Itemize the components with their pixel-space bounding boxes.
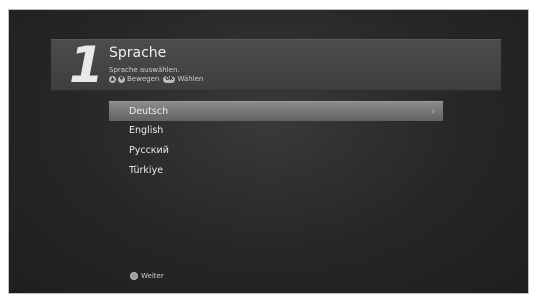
hint-select-label: Wählen [177, 75, 204, 83]
language-label: Türkiye [129, 165, 164, 176]
hint-move-label: Bewegen [127, 75, 160, 83]
header-panel: 1 Sprache Sprache auswählen. ▲ ▼ Bewegen… [51, 36, 501, 94]
language-item-english[interactable]: English [109, 121, 443, 141]
page-subtitle: Sprache auswählen. [109, 66, 180, 74]
language-label: English [129, 125, 164, 136]
language-label: Русский [129, 145, 169, 156]
color-key-icon [130, 272, 138, 280]
ok-key-icon: OK [163, 75, 176, 83]
tv-screen-frame: 1 Sprache Sprache auswählen. ▲ ▼ Bewegen… [8, 9, 529, 294]
language-item-turkish[interactable]: Türkiye [109, 161, 443, 181]
language-list: Deutsch › English Русский Türkiye [109, 101, 443, 181]
page-title: Sprache [109, 45, 167, 61]
up-arrow-icon: ▲ [109, 75, 116, 83]
language-item-russian[interactable]: Русский [109, 141, 443, 161]
language-label: Deutsch [129, 106, 169, 117]
step-number: 1 [69, 36, 104, 94]
chevron-right-icon: › [431, 107, 435, 117]
language-item-deutsch[interactable]: Deutsch › [109, 101, 443, 121]
down-arrow-icon: ▼ [118, 75, 125, 83]
key-hints: ▲ ▼ Bewegen OK Wählen [109, 75, 203, 83]
next-label: Weiter [141, 272, 164, 280]
setup-screen: 1 Sprache Sprache auswählen. ▲ ▼ Bewegen… [9, 10, 528, 293]
footer-next[interactable]: Weiter [130, 272, 164, 280]
